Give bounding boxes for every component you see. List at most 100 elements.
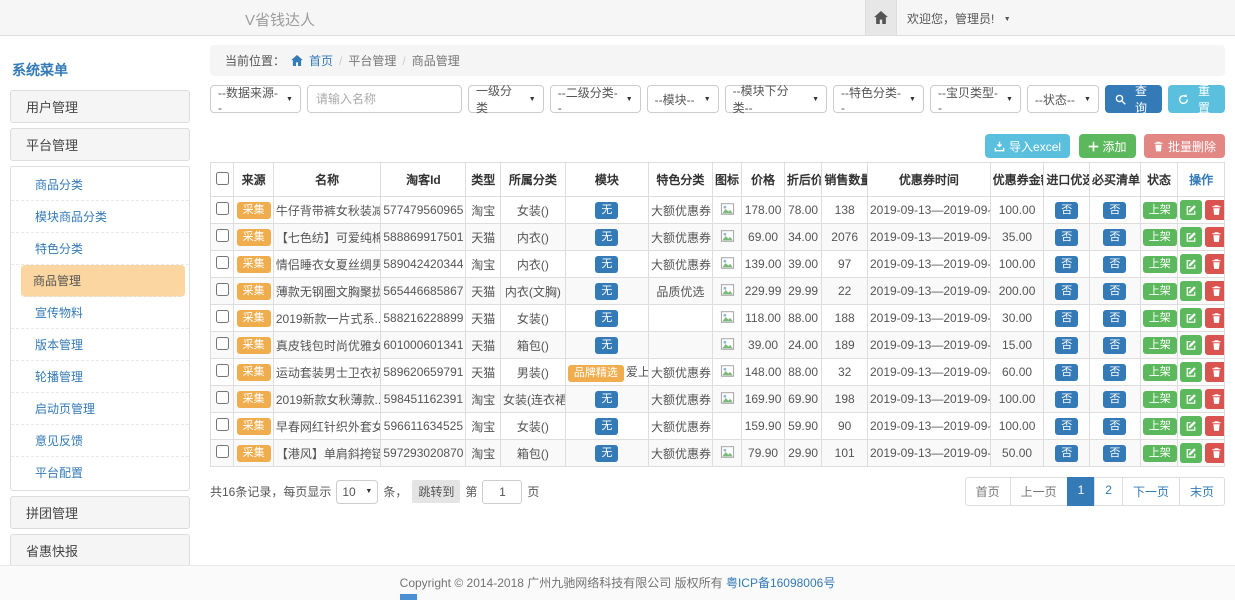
edit-button[interactable] [1180, 200, 1202, 220]
delete-button[interactable] [1205, 389, 1224, 409]
delete-button[interactable] [1205, 281, 1224, 301]
breadcrumb-home-link[interactable]: 首页 [309, 52, 333, 69]
filter-select-模块[interactable]: --模块-- [647, 85, 719, 113]
must-buy-toggle[interactable]: 否 [1103, 202, 1126, 219]
sidebar-item-商品分类[interactable]: 商品分类 [11, 169, 189, 201]
import-select-toggle[interactable]: 否 [1055, 229, 1078, 246]
row-checkbox[interactable] [216, 256, 229, 269]
must-buy-toggle[interactable]: 否 [1103, 283, 1126, 300]
sidebar-item-版本管理[interactable]: 版本管理 [11, 329, 189, 361]
filter-select-一级分类[interactable]: 一级分类 [468, 85, 544, 113]
batch-delete-button[interactable]: 批量删除 [1144, 134, 1225, 158]
module-badge[interactable]: 无 [595, 337, 618, 354]
delete-button[interactable] [1205, 335, 1224, 355]
import-select-toggle[interactable]: 否 [1055, 337, 1078, 354]
sidebar-section-用户管理[interactable]: 用户管理 [10, 90, 190, 123]
status-toggle[interactable]: 上架 [1143, 202, 1177, 219]
delete-button[interactable] [1205, 227, 1224, 247]
user-menu[interactable]: 欢迎您，管理员! [907, 10, 1011, 27]
edit-button[interactable] [1180, 254, 1202, 274]
filter-select-数据来源[interactable]: --数据来源-- [210, 85, 301, 113]
query-button[interactable]: 查询 [1105, 85, 1162, 113]
module-badge[interactable]: 无 [595, 418, 618, 435]
delete-button[interactable] [1205, 362, 1224, 382]
import-select-toggle[interactable]: 否 [1055, 445, 1078, 462]
page-button-1[interactable]: 1 [1067, 477, 1096, 506]
jump-button[interactable]: 跳转到 [412, 480, 460, 503]
import-select-toggle[interactable]: 否 [1055, 418, 1078, 435]
import-select-toggle[interactable]: 否 [1055, 310, 1078, 327]
breadcrumb-item[interactable]: 平台管理 [348, 52, 396, 69]
edit-button[interactable] [1180, 416, 1202, 436]
must-buy-toggle[interactable]: 否 [1103, 445, 1126, 462]
sidebar-section-平台管理[interactable]: 平台管理 [10, 128, 190, 161]
must-buy-toggle[interactable]: 否 [1103, 337, 1126, 354]
import-excel-button[interactable]: 导入excel [985, 134, 1070, 158]
sidebar-item-特色分类[interactable]: 特色分类 [11, 233, 189, 265]
filter-select-特色分类[interactable]: --特色分类-- [833, 85, 924, 113]
icp-link[interactable]: 粤ICP备16098006号 [726, 576, 835, 590]
sidebar-section-省惠快报[interactable]: 省惠快报 [10, 534, 190, 567]
module-badge[interactable]: 无 [595, 229, 618, 246]
edit-button[interactable] [1180, 443, 1202, 463]
sidebar-item-平台配置[interactable]: 平台配置 [11, 457, 189, 488]
sidebar-item-模块商品分类[interactable]: 模块商品分类 [11, 201, 189, 233]
module-badge[interactable]: 无 [595, 391, 618, 408]
edit-button[interactable] [1180, 227, 1202, 247]
sidebar-item-轮播管理[interactable]: 轮播管理 [11, 361, 189, 393]
module-badge[interactable]: 无 [595, 283, 618, 300]
module-badge[interactable]: 无 [595, 256, 618, 273]
delete-button[interactable] [1205, 200, 1224, 220]
status-toggle[interactable]: 上架 [1143, 391, 1177, 408]
row-checkbox[interactable] [216, 391, 229, 404]
import-select-toggle[interactable]: 否 [1055, 364, 1078, 381]
page-button-下一页[interactable]: 下一页 [1122, 477, 1180, 506]
sidebar-item-宣传物料[interactable]: 宣传物料 [11, 297, 189, 329]
module-badge[interactable]: 无 [595, 202, 618, 219]
status-toggle[interactable]: 上架 [1143, 445, 1177, 462]
status-toggle[interactable]: 上架 [1143, 310, 1177, 327]
import-select-toggle[interactable]: 否 [1055, 202, 1078, 219]
edit-button[interactable] [1180, 281, 1202, 301]
status-toggle[interactable]: 上架 [1143, 283, 1177, 300]
delete-button[interactable] [1205, 308, 1224, 328]
row-checkbox[interactable] [216, 229, 229, 242]
select-all-checkbox[interactable] [216, 172, 229, 185]
jump-page-input[interactable] [482, 480, 522, 504]
must-buy-toggle[interactable]: 否 [1103, 310, 1126, 327]
filter-select-二级分类[interactable]: --二级分类-- [550, 85, 641, 113]
sidebar-section-拼团管理[interactable]: 拼团管理 [10, 496, 190, 529]
edit-button[interactable] [1180, 362, 1202, 382]
module-badge[interactable]: 无 [595, 445, 618, 462]
must-buy-toggle[interactable]: 否 [1103, 256, 1126, 273]
sidebar-item-意见反馈[interactable]: 意见反馈 [11, 425, 189, 457]
must-buy-toggle[interactable]: 否 [1103, 364, 1126, 381]
delete-button[interactable] [1205, 254, 1224, 274]
must-buy-toggle[interactable]: 否 [1103, 391, 1126, 408]
edit-button[interactable] [1180, 389, 1202, 409]
import-select-toggle[interactable]: 否 [1055, 283, 1078, 300]
filter-select-模块下分类[interactable]: --模块下分类-- [725, 85, 827, 113]
home-button[interactable] [865, 0, 897, 35]
status-toggle[interactable]: 上架 [1143, 337, 1177, 354]
must-buy-toggle[interactable]: 否 [1103, 418, 1126, 435]
delete-button[interactable] [1205, 416, 1224, 436]
module-badge[interactable]: 无 [595, 310, 618, 327]
row-checkbox[interactable] [216, 202, 229, 215]
status-toggle[interactable]: 上架 [1143, 418, 1177, 435]
module-badge[interactable]: 品牌精选 [568, 365, 624, 382]
sidebar-item-启动页管理[interactable]: 启动页管理 [11, 393, 189, 425]
must-buy-toggle[interactable]: 否 [1103, 229, 1126, 246]
page-button-2[interactable]: 2 [1094, 477, 1123, 506]
add-button[interactable]: 添加 [1079, 134, 1136, 158]
row-checkbox[interactable] [216, 310, 229, 323]
sidebar-item-商品管理[interactable]: 商品管理 [21, 265, 185, 297]
status-toggle[interactable]: 上架 [1143, 364, 1177, 381]
filter-select-宝贝类型[interactable]: --宝贝类型-- [930, 85, 1021, 113]
row-checkbox[interactable] [216, 364, 229, 377]
edit-button[interactable] [1180, 335, 1202, 355]
import-select-toggle[interactable]: 否 [1055, 256, 1078, 273]
per-page-select[interactable]: 10 [336, 480, 378, 504]
page-button-末页[interactable]: 末页 [1179, 477, 1225, 506]
row-checkbox[interactable] [216, 283, 229, 296]
